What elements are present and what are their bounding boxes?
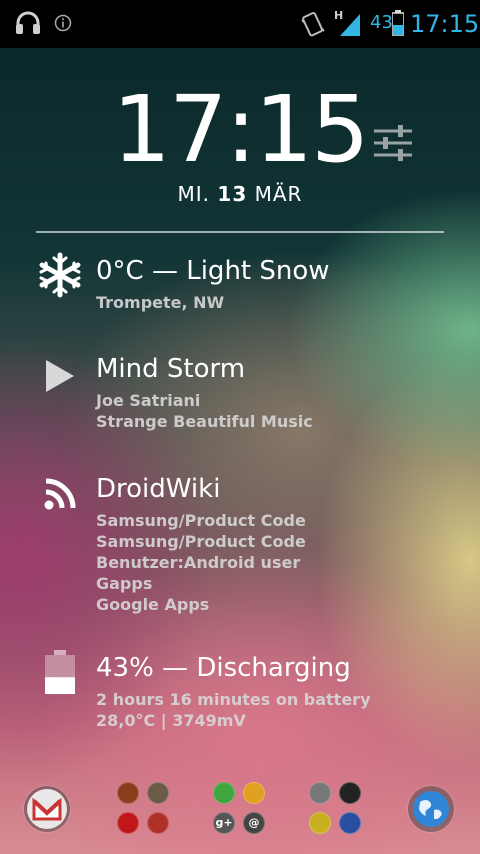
headphones-icon [16, 11, 40, 34]
battery-percent: 43 [370, 12, 393, 33]
battery-icon [392, 10, 404, 36]
battery-detail-temp: 28,0°C | 3749mV [96, 711, 246, 730]
info-icon [54, 14, 72, 32]
music-row[interactable]: Mind Storm Joe Satriani Strange Beautifu… [0, 352, 480, 432]
music-album: Strange Beautiful Music [96, 412, 313, 431]
browser-globe-icon [413, 791, 449, 827]
photos-icon[interactable] [243, 782, 265, 804]
clock-date: MI. 13 MÄR [0, 182, 480, 206]
google-plus-icon[interactable]: g+ [213, 812, 235, 834]
play-icon[interactable] [44, 360, 76, 392]
game-icon-2[interactable] [147, 782, 169, 804]
beetle-icon[interactable] [309, 812, 331, 834]
feed-item[interactable]: Google Apps [96, 594, 209, 615]
night-mode-icon[interactable] [339, 782, 361, 804]
status-bar[interactable]: H 43 17:15 [0, 0, 480, 48]
gmail-icon [27, 789, 67, 829]
battery-title: 43% — Discharging [96, 653, 351, 683]
battery-row[interactable]: 43% — Discharging 2 hours 16 minutes on … [0, 648, 480, 733]
weather-row[interactable]: 0°C — Light Snow Trompete, NW [0, 250, 480, 312]
feed-item[interactable]: Benutzer:Android user [96, 552, 300, 573]
battery-detail-time: 2 hours 16 minutes on battery [96, 690, 371, 709]
whatsapp-icon[interactable] [213, 782, 235, 804]
email-icon[interactable]: @ [243, 812, 265, 834]
date-month: MÄR [254, 182, 303, 206]
weather-location: Trompete, NW [96, 293, 225, 312]
feed-item[interactable]: Samsung/Product Code [96, 531, 306, 552]
feed-row[interactable]: DroidWiki Samsung/Product Code Samsung/P… [0, 470, 480, 615]
messaging-icon[interactable] [309, 782, 331, 804]
feed-item[interactable]: Gapps [96, 573, 152, 594]
music-artist: Joe Satriani [96, 391, 201, 410]
game-icon-3[interactable] [117, 812, 139, 834]
battery-large-icon [45, 650, 75, 694]
snowflake-icon [39, 252, 81, 298]
status-time: 17:15 [410, 10, 480, 38]
music-title: Mind Storm [96, 354, 246, 384]
date-day: 13 [217, 182, 248, 206]
vibrate-icon [301, 12, 325, 37]
feed-item[interactable]: Samsung/Product Code [96, 510, 306, 531]
date-weekday: MI. [177, 182, 211, 206]
settings-sliders-icon[interactable] [374, 124, 412, 162]
dock: g+ @ [0, 774, 480, 854]
pen-icon[interactable] [147, 812, 169, 834]
tshirt-icon[interactable] [339, 812, 361, 834]
signal-icon [340, 14, 360, 36]
weather-title: 0°C — Light Snow [96, 256, 330, 286]
game-icon-1[interactable] [117, 782, 139, 804]
browser-app-button[interactable] [408, 786, 454, 832]
gmail-app-button[interactable] [24, 786, 70, 832]
divider [36, 231, 444, 233]
feed-title: DroidWiki [96, 474, 221, 504]
rss-icon [44, 478, 76, 510]
